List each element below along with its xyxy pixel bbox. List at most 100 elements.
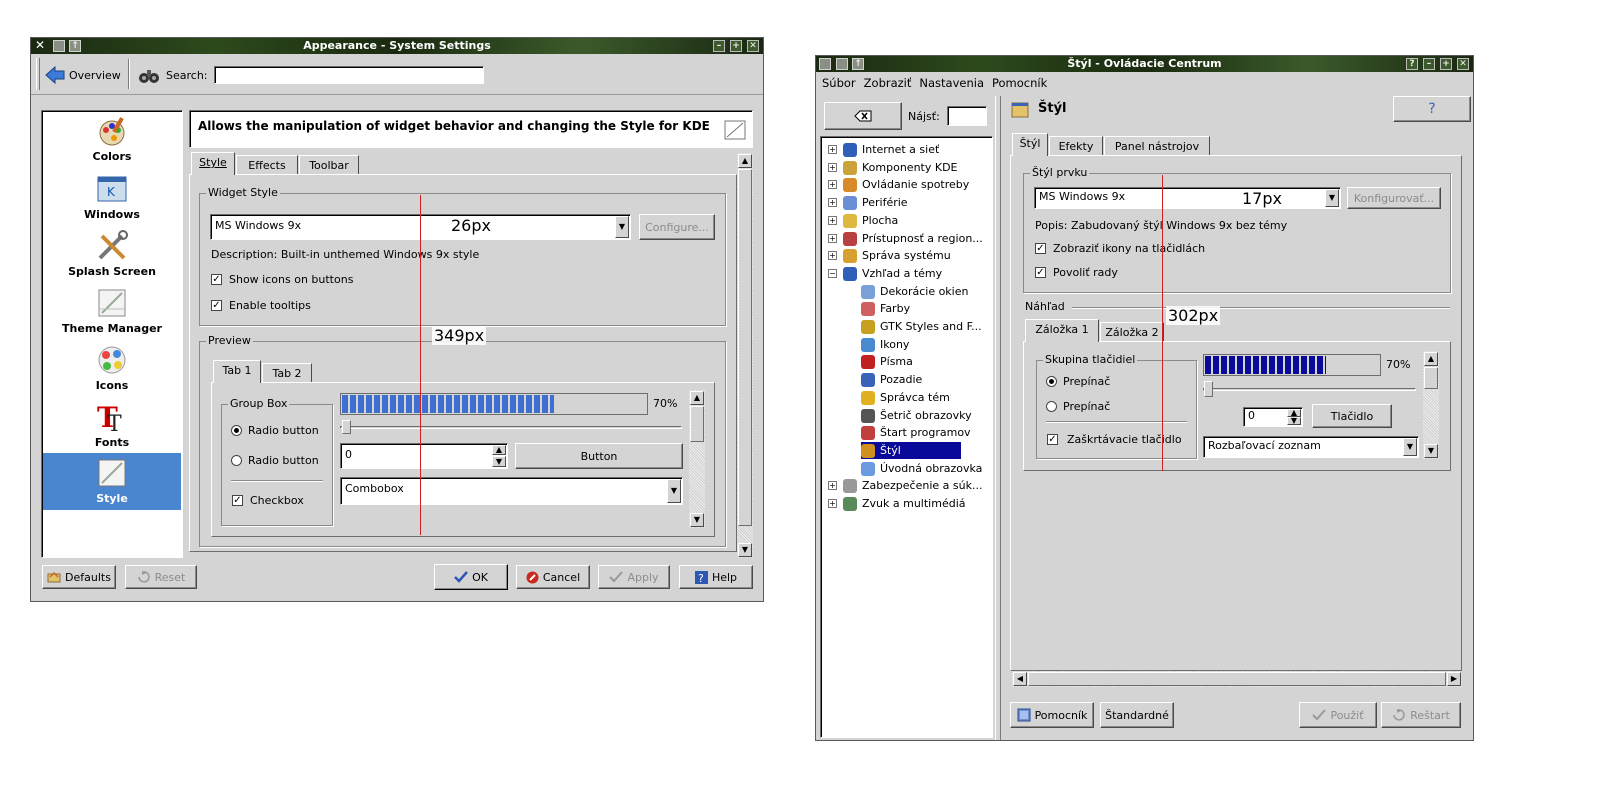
preview-combobox[interactable]: Rozbaľovací zoznam ▼ [1203, 436, 1419, 458]
preview-scrollbar[interactable]: ▲ ▼ [1423, 351, 1439, 459]
spin-down-icon[interactable]: ▼ [1287, 416, 1301, 425]
configure-button[interactable]: Konfigurovať... [1347, 187, 1441, 209]
tree-item[interactable]: Dekorácie okien [861, 283, 968, 300]
scroll-thumb[interactable] [690, 406, 704, 442]
keep-above-icon[interactable]: ↑ [69, 40, 81, 52]
defaults-button[interactable]: Štandardné [1100, 702, 1174, 728]
expand-icon[interactable]: + [828, 251, 837, 261]
tree-item[interactable]: Správa systému [843, 247, 951, 264]
sidebar-item-windows[interactable]: K Windows [43, 173, 181, 227]
preview-slider[interactable] [340, 420, 682, 434]
horizontal-scrollbar[interactable]: ◀ ▶ [1012, 671, 1462, 687]
reset-button[interactable]: Reset [125, 565, 197, 589]
close-icon[interactable]: ✕ [747, 40, 759, 52]
slider-handle[interactable] [342, 420, 351, 434]
scroll-thumb[interactable] [738, 169, 752, 526]
sidebar-item-theme-manager[interactable]: Theme Manager [43, 287, 181, 341]
maximize-icon[interactable]: + [730, 40, 742, 52]
tree-item[interactable]: Komponenty KDE [843, 159, 958, 176]
scroll-right-icon[interactable]: ▶ [1447, 672, 1461, 686]
splitter[interactable] [995, 96, 1001, 740]
overview-button[interactable]: Overview [45, 63, 121, 87]
tree-item[interactable]: Štart programov [861, 424, 971, 441]
slider-handle[interactable] [1204, 381, 1213, 397]
expand-icon[interactable]: + [828, 145, 837, 154]
minimize-icon[interactable]: – [713, 40, 725, 52]
help-title-icon[interactable]: ? [1406, 58, 1418, 70]
tree-item[interactable]: Internet a sieť [843, 141, 939, 158]
expand-icon[interactable]: + [828, 233, 837, 243]
preview-radio-2[interactable] [231, 455, 242, 466]
close-icon[interactable]: ✕ [1457, 58, 1469, 70]
tab-effects[interactable]: Efekty [1049, 136, 1103, 156]
preview-tab-2[interactable]: Záložka 2 [1100, 322, 1164, 342]
tree-item[interactable]: Zvuk a multimédiá [843, 495, 966, 512]
scroll-down-icon[interactable]: ▼ [1424, 444, 1438, 458]
tree-item[interactable]: Plocha [843, 212, 898, 229]
tree-item[interactable]: Prístupnosť a region... [843, 230, 983, 247]
maximize-icon[interactable]: + [1440, 58, 1452, 70]
preview-slider[interactable] [1203, 381, 1416, 397]
window-menu-icon[interactable] [819, 58, 831, 70]
help-button[interactable]: ? Help [679, 565, 753, 589]
tree-item[interactable]: Ikony [861, 336, 909, 353]
scroll-up-icon[interactable]: ▲ [1424, 352, 1438, 366]
toolbar-handle[interactable] [36, 58, 40, 90]
expand-icon[interactable]: + [828, 481, 837, 491]
tooltips-checkbox[interactable]: ✓ [1035, 267, 1046, 278]
window-titlebar[interactable]: Appearance - System Settings ✕ ↑ – + ✕ [31, 38, 763, 54]
tree-item[interactable]: Periférie [843, 194, 908, 211]
tab-toolbar[interactable]: Toolbar [299, 155, 359, 175]
tree-item[interactable]: Pozadie [861, 371, 922, 388]
tab-style[interactable]: Štýl [1012, 133, 1048, 156]
defaults-button[interactable]: Defaults [42, 565, 116, 589]
window-menu-icon[interactable]: ✕ [34, 39, 46, 52]
scroll-thumb[interactable] [1028, 672, 1446, 686]
scroll-up-icon[interactable]: ▲ [738, 154, 752, 168]
widget-style-combo[interactable]: MS Windows 9x ▼ [1034, 187, 1341, 209]
expand-icon[interactable]: + [828, 499, 837, 508]
configure-button[interactable]: Configure... [639, 214, 715, 240]
sidebar-item-style[interactable]: Style [43, 453, 181, 510]
help-bottom-button[interactable]: Pomocník [1010, 702, 1094, 728]
sticky-icon[interactable] [836, 58, 848, 70]
preview-combobox[interactable]: Combobox ▼ [340, 477, 683, 505]
spin-down-icon[interactable]: ▼ [492, 456, 506, 467]
tree-item[interactable]: Farby [861, 300, 910, 317]
sticky-icon[interactable] [53, 40, 65, 52]
preview-tab-2[interactable]: Tab 2 [262, 363, 312, 383]
apply-button[interactable]: Apply [598, 565, 670, 589]
tree-item[interactable]: Písma [861, 353, 913, 370]
show-icons-checkbox[interactable]: ✓ [211, 274, 222, 285]
cancel-button[interactable]: Cancel [516, 565, 590, 589]
tree-item[interactable]: Vzhľad a témy [843, 265, 942, 282]
preview-scrollbar[interactable]: ▲ ▼ [689, 390, 705, 528]
menu-view[interactable]: Zobraziť [864, 73, 912, 93]
expand-icon[interactable]: + [828, 215, 837, 225]
tree-item[interactable]: GTK Styles and F... [861, 318, 982, 335]
tree-item[interactable]: Zabezpečenie a súk... [843, 477, 982, 494]
tab-effects[interactable]: Effects [236, 155, 298, 175]
menu-settings[interactable]: Nastavenia [919, 73, 984, 93]
collapse-icon[interactable]: − [828, 268, 837, 278]
sidebar-item-colors[interactable]: Colors [43, 115, 181, 169]
scroll-down-icon[interactable]: ▼ [690, 513, 704, 527]
scroll-left-icon[interactable]: ◀ [1013, 672, 1027, 686]
minimize-icon[interactable]: – [1423, 58, 1435, 70]
preview-tab-1[interactable]: Záložka 1 [1025, 319, 1099, 342]
tree-item[interactable]: Správca tém [861, 389, 950, 406]
show-icons-checkbox[interactable]: ✓ [1035, 243, 1046, 254]
help-button[interactable]: ? [1393, 96, 1471, 122]
enable-tooltips-checkbox[interactable]: ✓ [211, 300, 222, 311]
tab-toolbar[interactable]: Panel nástrojov [1104, 136, 1210, 156]
main-scrollbar[interactable]: ▲ ▼ [737, 153, 753, 558]
apply-button[interactable]: Použiť [1299, 702, 1377, 728]
expand-icon[interactable]: + [828, 180, 837, 190]
scroll-down-icon[interactable]: ▼ [738, 543, 752, 557]
preview-button[interactable]: Tlačidlo [1312, 404, 1392, 428]
preview-spinbox[interactable]: 0 ▲ ▼ [340, 443, 508, 469]
preview-radio-2[interactable] [1046, 401, 1057, 412]
keep-above-icon[interactable]: ↑ [852, 58, 864, 70]
preview-spinbox[interactable]: 0 ▲ ▼ [1243, 407, 1303, 427]
sidebar-item-icons[interactable]: Icons [43, 344, 181, 398]
